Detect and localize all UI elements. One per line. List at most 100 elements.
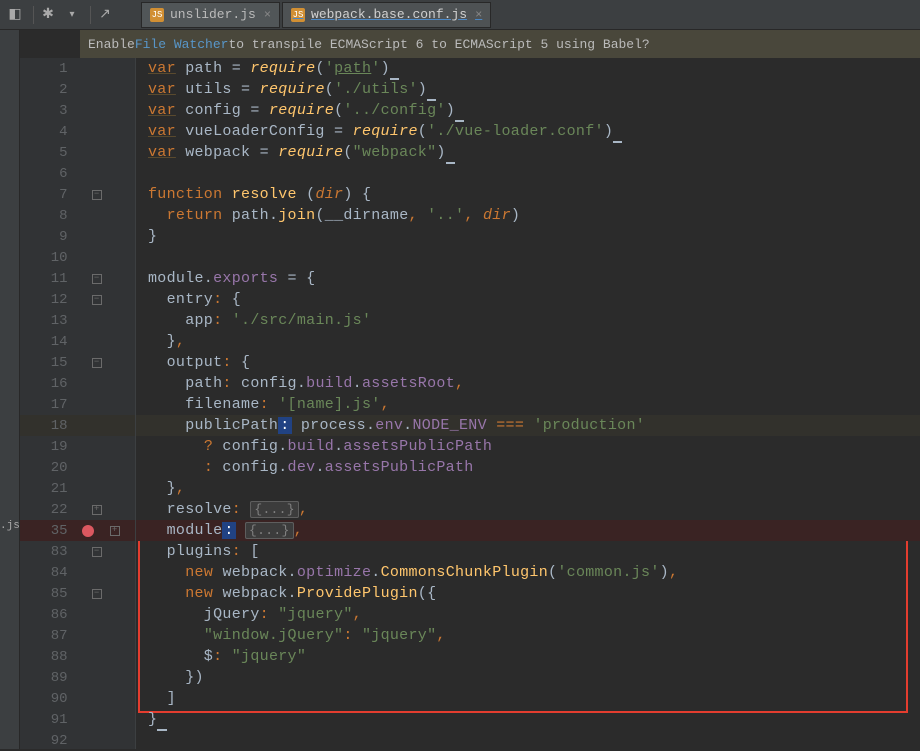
editor-tab[interactable]: JSunslider.js× [141, 2, 280, 28]
code-line[interactable]: output: { [136, 352, 920, 373]
fold-collapse-icon[interactable]: − [92, 547, 102, 557]
fold-collapse-icon[interactable]: − [92, 190, 102, 200]
code-line[interactable]: filename: '[name].js', [136, 394, 920, 415]
code-line[interactable]: } [136, 226, 920, 247]
gutter-row[interactable]: 8 [20, 205, 135, 226]
code-line[interactable]: function resolve (dir) { [136, 184, 920, 205]
dropdown-arrow-icon[interactable]: ▾ [62, 5, 82, 25]
breakpoint-icon[interactable] [82, 525, 94, 537]
file-watcher-banner: Enable File Watcher to transpile ECMAScr… [80, 30, 920, 58]
gutter-row[interactable]: 35+ [20, 520, 135, 541]
code-line[interactable]: var utils = require('./utils') [136, 79, 920, 100]
code-line[interactable]: module: {...}, [136, 520, 920, 541]
editor-tab[interactable]: JSwebpack.base.conf.js× [282, 2, 491, 28]
line-number: 92 [20, 733, 78, 749]
code-text: ] [136, 690, 176, 707]
code-line[interactable]: entry: { [136, 289, 920, 310]
gutter-row[interactable]: 90 [20, 688, 135, 709]
gutter-row[interactable]: 9 [20, 226, 135, 247]
gutter-row[interactable]: 88 [20, 646, 135, 667]
gutter-row[interactable]: 10 [20, 247, 135, 268]
gutter-row[interactable]: 21 [20, 478, 135, 499]
fold-collapse-icon[interactable]: − [92, 295, 102, 305]
gutter-row[interactable]: 5 [20, 142, 135, 163]
code-line[interactable]: var path = require('path') [136, 58, 920, 79]
close-icon[interactable]: × [264, 8, 271, 22]
code-line[interactable]: : config.dev.assetsPublicPath [136, 457, 920, 478]
code-line[interactable]: return path.join(__dirname, '..', dir) [136, 205, 920, 226]
code-line[interactable]: module.exports = { [136, 268, 920, 289]
gutter-row[interactable]: 17 [20, 394, 135, 415]
gutter-marks [78, 673, 135, 683]
gutter-row[interactable]: 85− [20, 583, 135, 604]
gutter-row[interactable]: 13 [20, 310, 135, 331]
gutter-row[interactable]: 6 [20, 163, 135, 184]
fold-expand-icon[interactable]: + [110, 526, 120, 536]
line-number: 9 [20, 229, 78, 245]
gutter-row[interactable]: 14 [20, 331, 135, 352]
code-line[interactable]: }, [136, 331, 920, 352]
code-line[interactable]: ? config.build.assetsPublicPath [136, 436, 920, 457]
gutter-row[interactable]: 22 + [20, 499, 135, 520]
gutter-row[interactable]: 7− [20, 184, 135, 205]
gutter-row[interactable]: 87 [20, 625, 135, 646]
code-line[interactable]: $: "jquery" [136, 646, 920, 667]
code-line[interactable]: }, [136, 478, 920, 499]
toolbar-separator [90, 6, 91, 24]
code-line[interactable]: jQuery: "jquery", [136, 604, 920, 625]
gutter-row[interactable]: 20 [20, 457, 135, 478]
gutter-row[interactable]: 12− [20, 289, 135, 310]
code-line[interactable]: var webpack = require("webpack") [136, 142, 920, 163]
code-line[interactable]: resolve: {...}, [136, 499, 920, 520]
line-number: 7 [20, 187, 78, 203]
banner-link-file-watcher[interactable]: File Watcher [135, 37, 229, 52]
code-line[interactable]: ] [136, 688, 920, 709]
fold-collapse-icon[interactable]: − [92, 589, 102, 599]
panel-toggle-icon[interactable]: ◧ [5, 5, 25, 25]
gutter-row[interactable]: 91 [20, 709, 135, 730]
js-file-icon: JS [150, 8, 164, 22]
code-line[interactable] [136, 247, 920, 268]
gutter-marks [78, 694, 135, 704]
code-line[interactable]: app: './src/main.js' [136, 310, 920, 331]
code-area[interactable]: var path = require('path') var utils = r… [136, 58, 920, 749]
code-line[interactable]: } [136, 709, 920, 730]
gutter-row[interactable]: 4 [20, 121, 135, 142]
gutter-row[interactable]: 92 [20, 730, 135, 751]
banner-text-prefix: Enable [88, 37, 135, 52]
gutter-row[interactable]: 2 [20, 79, 135, 100]
fold-collapse-icon[interactable]: − [92, 274, 102, 284]
code-line[interactable]: publicPath: process.env.NODE_ENV === 'pr… [136, 415, 920, 436]
code-line[interactable] [136, 163, 920, 184]
code-line[interactable]: var vueLoaderConfig = require('./vue-loa… [136, 121, 920, 142]
gutter-row[interactable]: 16 [20, 373, 135, 394]
code-line[interactable]: var config = require('../config') [136, 100, 920, 121]
gutter-row[interactable]: 83− [20, 541, 135, 562]
external-open-icon[interactable]: ↗ [95, 5, 115, 25]
gutter-row[interactable]: 89 [20, 667, 135, 688]
gutter-row[interactable]: 84 [20, 562, 135, 583]
line-number: 17 [20, 397, 78, 413]
code-line[interactable]: new webpack.ProvidePlugin({ [136, 583, 920, 604]
code-line[interactable]: plugins: [ [136, 541, 920, 562]
line-number: 22 [20, 502, 78, 518]
close-icon[interactable]: × [475, 8, 482, 22]
gutter-row[interactable]: 15− [20, 352, 135, 373]
gutter-row[interactable]: 1 [20, 58, 135, 79]
gear-icon[interactable]: ✱ [38, 5, 58, 25]
code-text: var vueLoaderConfig = require('./vue-loa… [136, 123, 622, 140]
gutter-row[interactable]: 3 [20, 100, 135, 121]
left-rail-file-ext[interactable]: .js [0, 520, 19, 532]
code-line[interactable]: "window.jQuery": "jquery", [136, 625, 920, 646]
js-file-icon: JS [291, 8, 305, 22]
fold-expand-icon[interactable]: + [92, 505, 102, 515]
gutter-row[interactable]: 86 [20, 604, 135, 625]
code-line[interactable]: new webpack.optimize.CommonsChunkPlugin(… [136, 562, 920, 583]
gutter-row[interactable]: 11− [20, 268, 135, 289]
code-line[interactable] [136, 730, 920, 751]
code-line[interactable]: }) [136, 667, 920, 688]
code-line[interactable]: path: config.build.assetsRoot, [136, 373, 920, 394]
gutter-row[interactable]: 18 [20, 415, 135, 436]
gutter-row[interactable]: 19 [20, 436, 135, 457]
fold-collapse-icon[interactable]: − [92, 358, 102, 368]
